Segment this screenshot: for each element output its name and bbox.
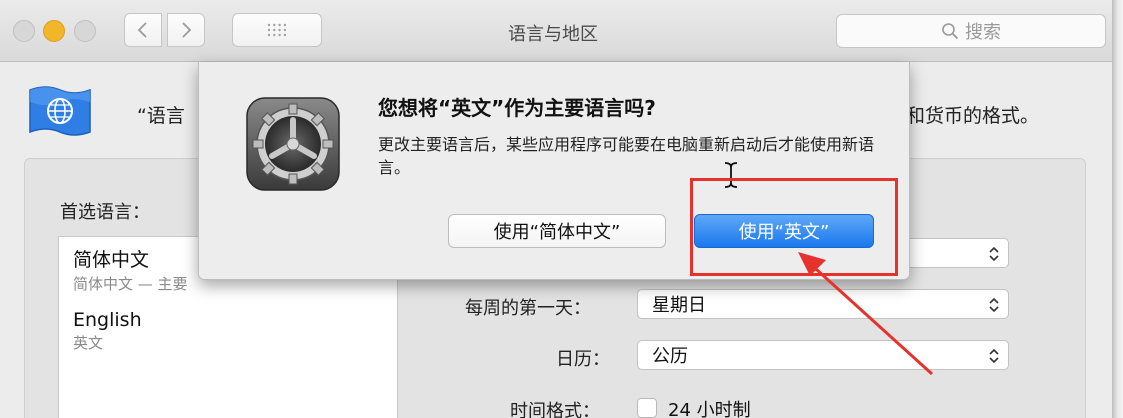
- pane-description-end: 和货币的格式。: [906, 105, 1040, 127]
- window-toolbar: 语言与地区 搜索: [0, 0, 1112, 62]
- alert-message: 更改主要语言后，某些应用程序可能要在电脑重新启动后才能使用新语言。: [378, 135, 875, 177]
- show-all-button[interactable]: [232, 13, 322, 47]
- first-day-label: 每周的第一天：: [465, 298, 591, 319]
- list-item[interactable]: English 英文: [73, 309, 142, 353]
- window-title: 语言与地区: [508, 24, 598, 45]
- up-down-chevron-icon: [989, 348, 999, 364]
- close-window-button[interactable]: [13, 20, 35, 42]
- language-detail: 简体中文 — 主要: [73, 275, 188, 293]
- forward-button[interactable]: [167, 13, 205, 47]
- use-chinese-button[interactable]: 使用“简体中文”: [448, 214, 666, 248]
- language-name: English: [73, 309, 142, 331]
- minimize-window-button[interactable]: [43, 20, 65, 42]
- chevron-left-icon: [137, 22, 147, 38]
- time-format-24h-checkbox[interactable]: [637, 398, 657, 418]
- zoom-window-button[interactable]: [74, 20, 96, 42]
- flag-globe-icon: [29, 86, 91, 136]
- preferred-languages-label: 首选语言：: [60, 202, 150, 223]
- search-placeholder: 搜索: [965, 22, 1001, 43]
- up-down-chevron-icon: [989, 246, 999, 262]
- time-format-label: 时间格式：: [510, 401, 600, 418]
- pane-description-start: “语言: [137, 105, 185, 127]
- calendar-label: 日历：: [556, 349, 610, 370]
- window-edge: [1112, 0, 1123, 418]
- annotation-arrow-icon: [798, 252, 934, 376]
- system-preferences-gear-icon: [246, 97, 340, 191]
- first-day-value: 星期日: [652, 295, 706, 316]
- search-input[interactable]: 搜索: [836, 14, 1106, 48]
- language-detail: 英文: [73, 334, 104, 352]
- up-down-chevron-icon: [989, 297, 999, 313]
- calendar-value: 公历: [652, 346, 688, 367]
- list-item[interactable]: 简体中文 简体中文 — 主要: [73, 245, 188, 294]
- system-preferences-window: 语言与地区 搜索 “语言 和货币的格式。 首选语言： 简体中文 简体中文 — 主…: [0, 0, 1112, 418]
- search-icon: [942, 23, 959, 40]
- alert-title: 您想将“英文”作为主要语言吗?: [378, 96, 656, 120]
- language-name: 简体中文: [73, 249, 150, 271]
- chevron-right-icon: [182, 22, 192, 38]
- grid-icon: [267, 23, 287, 37]
- back-button[interactable]: [124, 13, 162, 47]
- time-format-24h-label: 24 小时制: [668, 400, 751, 418]
